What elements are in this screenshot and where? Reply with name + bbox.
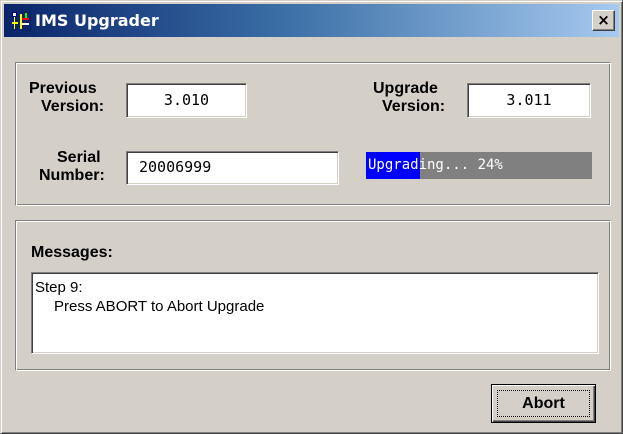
app-icon bbox=[11, 11, 31, 31]
serial-number-label: Serial Number: bbox=[39, 149, 105, 184]
window-title: IMS Upgrader bbox=[35, 11, 159, 30]
upgrade-version-field[interactable]: 3.011 bbox=[467, 83, 591, 118]
progress-text: Upgrading... 24% bbox=[368, 157, 503, 173]
previous-version-label: Previous Version: bbox=[29, 80, 105, 115]
upgrade-version-label: Upgrade Version: bbox=[373, 80, 446, 115]
ims-upgrader-window: IMS Upgrader × Previous Version: 3.010 U… bbox=[0, 0, 623, 434]
upgrade-progress-bar: Upgrading... 24% bbox=[366, 152, 592, 179]
close-icon: × bbox=[597, 11, 610, 29]
message-line: Press ABORT to Abort Upgrade bbox=[54, 298, 265, 315]
message-line: Step 9: bbox=[35, 279, 83, 296]
abort-button[interactable]: Abort bbox=[491, 384, 596, 423]
serial-number-field[interactable]: 20006999 bbox=[126, 151, 339, 185]
messages-box[interactable]: Step 9: Press ABORT to Abort Upgrade bbox=[31, 272, 599, 354]
previous-version-field[interactable]: 3.010 bbox=[126, 83, 247, 118]
messages-label: Messages: bbox=[31, 244, 113, 261]
title-bar[interactable]: IMS Upgrader × bbox=[4, 4, 619, 37]
close-button[interactable]: × bbox=[592, 10, 615, 31]
abort-button-label: Abort bbox=[522, 395, 565, 412]
